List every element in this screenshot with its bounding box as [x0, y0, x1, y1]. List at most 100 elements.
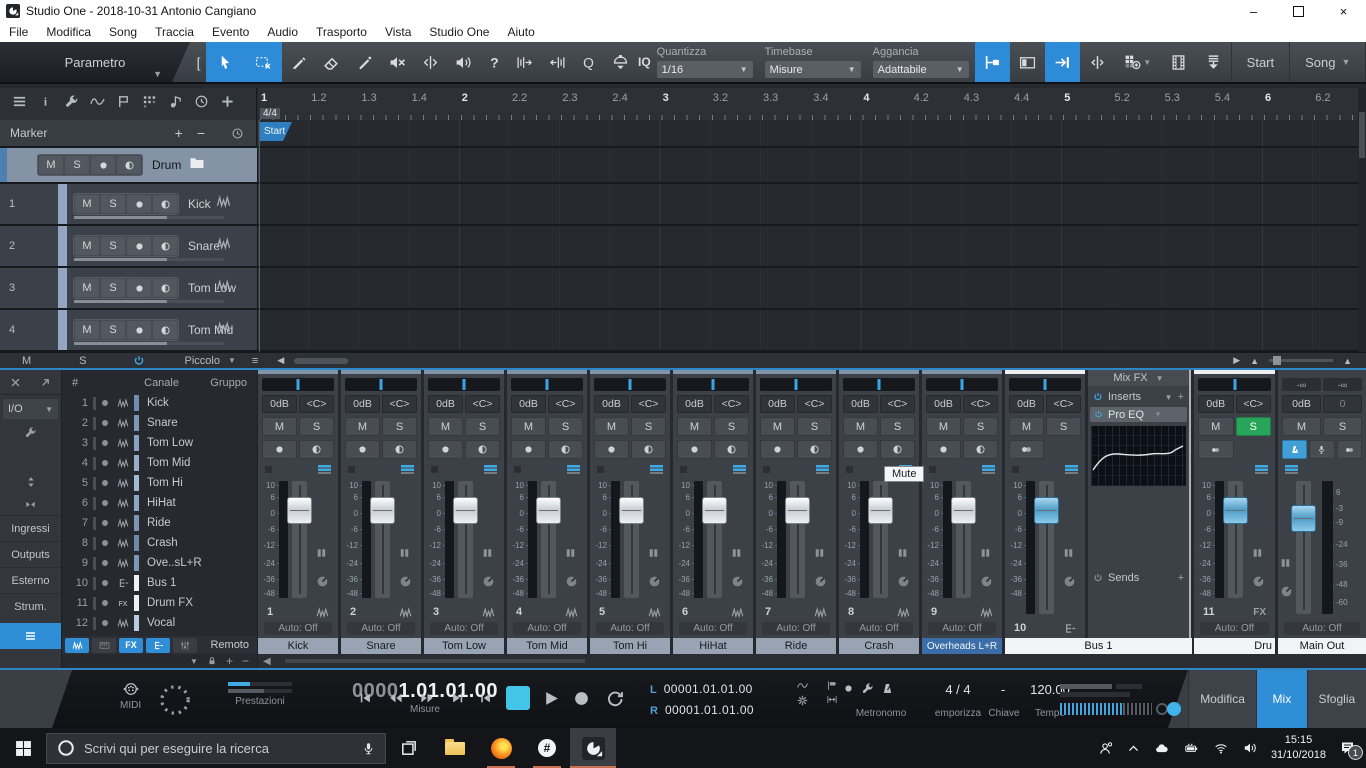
channel-active-dot[interactable]	[102, 520, 108, 526]
view-autoscroll-button[interactable]	[975, 42, 1010, 82]
view-film-button[interactable]	[1161, 42, 1196, 82]
solo-button[interactable]: S	[880, 417, 915, 436]
channel-name-label[interactable]: Tom Mid	[507, 638, 587, 654]
pan-value[interactable]: <C>	[1236, 395, 1272, 413]
channel-name-label[interactable]: Crash	[839, 638, 919, 654]
record-arm-button[interactable]	[843, 440, 878, 459]
drag-handle[interactable]	[93, 497, 96, 510]
monitor-button[interactable]	[714, 440, 749, 459]
track-name[interactable]: Drum	[152, 158, 181, 172]
solo-button[interactable]: S	[101, 195, 125, 213]
drag-handle[interactable]	[93, 397, 96, 410]
power-icon[interactable]	[1094, 410, 1103, 419]
maximize-button[interactable]	[1276, 0, 1321, 22]
drag-handle[interactable]	[93, 557, 96, 570]
mute-button[interactable]: M	[75, 321, 99, 339]
fader-handle[interactable]	[370, 497, 395, 524]
monitor-button[interactable]	[631, 440, 666, 459]
event-fx-slot[interactable]	[680, 466, 687, 473]
record-arm-button[interactable]	[127, 279, 151, 297]
pan-slider[interactable]	[926, 378, 998, 391]
channel-options-icon[interactable]	[816, 465, 829, 474]
fader-handle[interactable]	[868, 497, 893, 524]
mute-button[interactable]: M	[39, 156, 63, 174]
channel-options-icon[interactable]	[567, 465, 580, 474]
channel-active-dot[interactable]	[102, 460, 108, 466]
tool-paint-button[interactable]	[348, 42, 381, 82]
mute-button[interactable]: M	[1282, 417, 1321, 436]
firefox-icon[interactable]	[478, 728, 524, 768]
event-fx-slot[interactable]	[431, 466, 438, 473]
talkback-mic-button[interactable]	[1309, 440, 1334, 459]
channel-strip-kick[interactable]: 0dB<C>MS1060-6-12-24-36-481Auto: OffKick	[258, 370, 338, 654]
zoom-out-icon[interactable]: ▲	[1250, 356, 1259, 366]
fader-handle[interactable]	[1291, 505, 1316, 532]
record-arm-button[interactable]	[677, 440, 712, 459]
fader-handle[interactable]	[1223, 497, 1248, 524]
channel-name[interactable]: Ove..sL+R	[147, 557, 202, 569]
browse-view-button[interactable]: Sfoglia	[1307, 670, 1366, 728]
volume-value[interactable]: 0dB	[511, 395, 546, 413]
arrange-hamburger-button[interactable]	[12, 94, 27, 114]
start-button[interactable]	[0, 728, 46, 768]
jog-wheel-icon[interactable]	[158, 683, 192, 717]
track-header[interactable]: 3MSTom Low	[0, 268, 258, 308]
channel-options-icon[interactable]	[1065, 465, 1078, 474]
drag-handle[interactable]	[93, 417, 96, 430]
channel-strip-hihat[interactable]: 0dB<C>MS1060-6-12-24-36-486Auto: OffHiHa…	[673, 370, 753, 654]
solo-button[interactable]: S	[797, 417, 832, 436]
channel-active-dot[interactable]	[102, 600, 108, 606]
menu-item-vista[interactable]: Vista	[376, 22, 420, 42]
track-header[interactable]: 4MSTom Mid	[0, 310, 258, 350]
channel-strip-tom-low[interactable]: 0dB<C>MS1060-6-12-24-36-483Auto: OffTom …	[424, 370, 504, 654]
channel-strip-snare[interactable]: 0dB<C>MS1060-6-12-24-36-482Auto: OffSnar…	[341, 370, 421, 654]
sends-section[interactable]: Sends +	[1088, 570, 1189, 586]
channel-name[interactable]: Vocal	[147, 617, 175, 629]
pan-knob-icon[interactable]	[731, 575, 744, 588]
tool-cursor-button[interactable]	[206, 42, 244, 82]
channel-name[interactable]: HiHat	[147, 497, 176, 509]
automation-mode-button[interactable]: Auto: Off	[264, 622, 332, 635]
mute-button[interactable]: M	[1009, 417, 1044, 436]
io-selector[interactable]: I/O▼	[3, 399, 58, 419]
mute-button[interactable]: M	[760, 417, 795, 436]
channel-name[interactable]: Drum FX	[147, 597, 193, 609]
channel-name[interactable]: Kick	[147, 397, 169, 409]
solo-button[interactable]: S	[299, 417, 334, 436]
view-gridplus-button[interactable]: ▼	[1115, 42, 1161, 82]
microphone-icon[interactable]	[362, 741, 375, 756]
channel-list-row[interactable]: 1Kick	[62, 393, 257, 413]
event-fx-slot[interactable]	[846, 466, 853, 473]
stop-button[interactable]	[506, 686, 530, 710]
previous-bar-icon[interactable]	[358, 691, 373, 705]
channel-color-chip[interactable]	[134, 455, 139, 471]
channel-list-row[interactable]: 11FXDrum FX	[62, 593, 257, 613]
solo-button[interactable]: S	[1236, 417, 1272, 436]
volume-value[interactable]: 0dB	[677, 395, 712, 413]
monitor-button[interactable]	[153, 279, 177, 297]
tool-bend-button[interactable]	[414, 42, 447, 82]
drag-handle[interactable]	[93, 457, 96, 470]
monitor-button[interactable]	[382, 440, 417, 459]
menu-item-evento[interactable]: Evento	[203, 22, 258, 42]
edit-mode-selector[interactable]: Parametro ▼	[0, 42, 190, 82]
tool-macros-button[interactable]	[602, 42, 638, 82]
menu-item-aiuto[interactable]: Aiuto	[498, 22, 543, 42]
add-channel-button[interactable]: +	[226, 654, 233, 668]
people-icon[interactable]	[1098, 741, 1114, 756]
pan-slider[interactable]	[262, 378, 334, 391]
tool-tsr-button[interactable]	[541, 42, 574, 82]
monitor-toggle[interactable]	[1156, 702, 1186, 716]
view-inspector-button[interactable]	[1010, 42, 1045, 82]
automation-mode-button[interactable]: Auto: Off	[1284, 622, 1360, 635]
arrange-note-button[interactable]	[168, 94, 183, 114]
channel-list-row[interactable]: 7Ride	[62, 513, 257, 533]
track-row[interactable]: 1MSKick	[0, 184, 1366, 226]
filter-fx-button[interactable]: FX	[119, 638, 143, 653]
solo-button[interactable]: S	[101, 321, 125, 339]
solo-button[interactable]: S	[101, 237, 125, 255]
add-marker-button[interactable]: +	[175, 125, 183, 141]
arrange-plus-button[interactable]	[220, 94, 235, 114]
pan-knob-icon[interactable]	[814, 575, 827, 588]
drag-handle[interactable]	[93, 577, 96, 590]
